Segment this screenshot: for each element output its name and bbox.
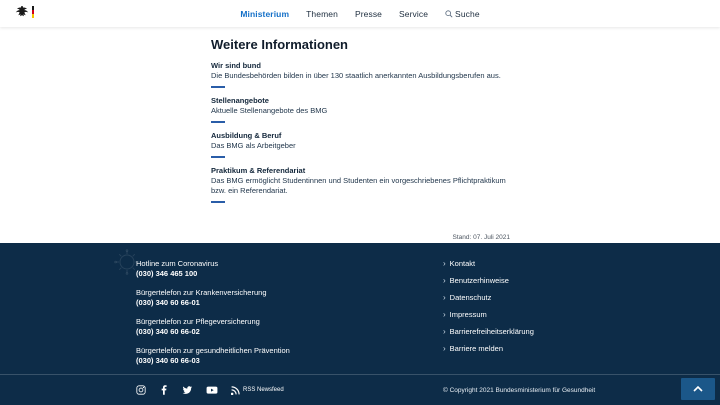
chevron-right-icon: ›	[443, 277, 446, 285]
footer-bottom-bar: RSS Newsfeed © Copyright 2021 Bundesmini…	[0, 374, 720, 405]
footer-link-barrierefreiheitserklaerung[interactable]: › Barrierefreiheitserklärung	[443, 327, 534, 337]
section-rule	[211, 201, 225, 203]
german-flag-stripe	[32, 6, 34, 19]
chevron-right-icon: ›	[443, 328, 446, 336]
footer-link-label: Datenschutz	[450, 293, 492, 303]
nav-suche-label: Suche	[455, 9, 480, 19]
footer-link-label: Benutzerhinweise	[450, 276, 509, 286]
footer-link-benutzerhinweise[interactable]: › Benutzerhinweise	[443, 276, 534, 286]
federal-eagle-logo[interactable]	[14, 4, 34, 20]
youtube-icon[interactable]	[206, 385, 218, 395]
rss-newsfeed-link[interactable]: RSS Newsfeed	[231, 386, 284, 395]
hotline-praevention[interactable]: Bürgertelefon zur gesundheitlichen Präve…	[136, 346, 290, 366]
social-links: RSS Newsfeed	[136, 385, 284, 395]
hotline-coronavirus[interactable]: Hotline zum Coronavirus (030) 346 465 10…	[136, 259, 290, 279]
nav-suche[interactable]: Suche	[445, 9, 480, 19]
facebook-icon[interactable]	[159, 385, 169, 395]
footer-link-kontakt[interactable]: › Kontakt	[443, 259, 534, 269]
section-rule	[211, 156, 225, 158]
rss-label: RSS Newsfeed	[243, 387, 284, 393]
info-item-desc: Das BMG ermöglicht Studentinnen und Stud…	[211, 176, 510, 196]
instagram-icon[interactable]	[136, 385, 146, 395]
hotline-phone: (030) 340 60 66-01	[136, 298, 290, 308]
footer-link-label: Barriere melden	[450, 344, 503, 354]
footer-link-barriere-melden[interactable]: › Barriere melden	[443, 344, 534, 354]
nav-ministerium[interactable]: Ministerium	[240, 9, 289, 19]
scroll-to-top-button[interactable]	[681, 378, 715, 400]
footer-link-label: Barrierefreiheitserklärung	[450, 327, 534, 337]
section-rule	[211, 86, 225, 88]
section-rule	[211, 121, 225, 123]
footer-link-datenschutz[interactable]: › Datenschutz	[443, 293, 534, 303]
hotline-phone: (030) 340 60 66-03	[136, 356, 290, 366]
footer-link-impressum[interactable]: › Impressum	[443, 310, 534, 320]
info-item-desc: Die Bundesbehörden bilden in über 130 st…	[211, 71, 510, 81]
nav-themen[interactable]: Themen	[306, 9, 338, 19]
chevron-right-icon: ›	[443, 260, 446, 268]
info-item-title: Stellenangebote	[211, 96, 510, 106]
hotline-phone: (030) 340 60 66-02	[136, 327, 290, 337]
hotline-phone: (030) 346 465 100	[136, 269, 290, 279]
info-item-title: Ausbildung & Beruf	[211, 131, 510, 141]
chevron-right-icon: ›	[443, 311, 446, 319]
copyright-notice: © Copyright 2021 Bundesministerium für G…	[443, 387, 595, 394]
hotline-label: Bürgertelefon zur gesundheitlichen Präve…	[136, 346, 290, 356]
footer-link-label: Kontakt	[450, 259, 475, 269]
hotline-label: Hotline zum Coronavirus	[136, 259, 290, 269]
chevron-right-icon: ›	[443, 294, 446, 302]
info-item-stellenangebote[interactable]: Stellenangebote Aktuelle Stellenangebote…	[211, 96, 510, 123]
chevron-up-icon	[693, 386, 703, 392]
eagle-icon	[14, 4, 30, 20]
info-item-title: Wir sind bund	[211, 61, 510, 71]
info-item-desc: Aktuelle Stellenangebote des BMG	[211, 106, 510, 116]
info-item-wir-sind-bund[interactable]: Wir sind bund Die Bundesbehörden bilden …	[211, 61, 510, 88]
footer-hotlines: Hotline zum Coronavirus (030) 346 465 10…	[136, 259, 290, 375]
page-title: Weitere Informationen	[211, 27, 510, 52]
page: Ministerium Themen Presse Service Suche …	[0, 0, 720, 405]
hotline-pflegeversicherung[interactable]: Bürgertelefon zur Pflegeversicherung (03…	[136, 317, 290, 337]
twitter-icon[interactable]	[182, 385, 193, 395]
nav-service[interactable]: Service	[399, 9, 428, 19]
info-item-ausbildung-beruf[interactable]: Ausbildung & Beruf Das BMG als Arbeitgeb…	[211, 131, 510, 158]
hotline-label: Bürgertelefon zur Krankenversicherung	[136, 288, 290, 298]
nav-presse[interactable]: Presse	[355, 9, 382, 19]
header: Ministerium Themen Presse Service Suche	[0, 0, 720, 27]
footer: Hotline zum Coronavirus (030) 346 465 10…	[0, 243, 720, 405]
footer-link-label: Impressum	[450, 310, 487, 320]
footer-link-list: ›Kontakt ›Benutzerhinweise ›Datenschutz …	[443, 259, 534, 361]
last-updated-date: Stand: 07. Juli 2021	[211, 234, 510, 241]
main-content: Weitere Informationen Wir sind bund Die …	[211, 27, 510, 241]
chevron-right-icon: ›	[443, 345, 446, 353]
info-item-desc: Das BMG als Arbeitgeber	[211, 141, 510, 151]
search-icon	[445, 10, 453, 18]
info-item-praktikum-referendariat[interactable]: Praktikum & Referendariat Das BMG ermögl…	[211, 166, 510, 203]
hotline-krankenversicherung[interactable]: Bürgertelefon zur Krankenversicherung (0…	[136, 288, 290, 308]
rss-icon	[231, 386, 240, 395]
hotline-label: Bürgertelefon zur Pflegeversicherung	[136, 317, 290, 327]
main-navigation: Ministerium Themen Presse Service Suche	[240, 9, 479, 19]
info-item-title: Praktikum & Referendariat	[211, 166, 510, 176]
